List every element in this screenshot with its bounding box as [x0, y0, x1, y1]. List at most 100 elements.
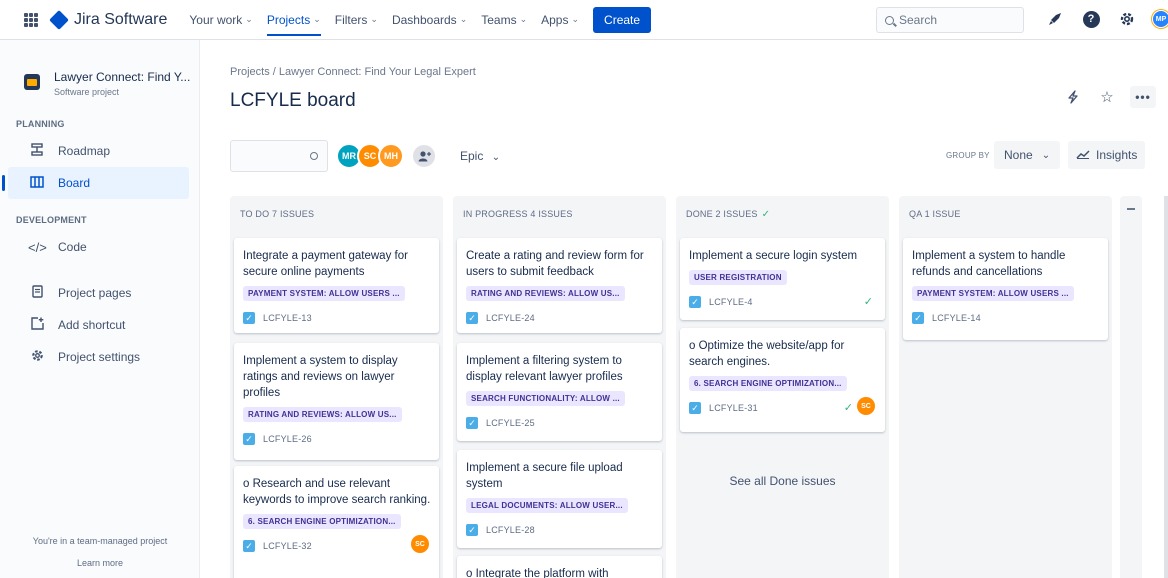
issue-key[interactable]: LCFYLE-4: [709, 297, 753, 307]
epic-filter-dropdown[interactable]: Epic ⌄: [460, 149, 500, 163]
card-title: Integrate a payment gateway for secure o…: [243, 250, 408, 278]
sidebar-item-add-shortcut[interactable]: Add shortcut: [8, 309, 189, 341]
column-header: TO DO 7 ISSUES: [240, 209, 315, 219]
sidebar-item-label: Add shortcut: [58, 318, 126, 332]
card-title: o Integrate the platform with: [466, 568, 609, 578]
help-icon[interactable]: ?: [1080, 8, 1102, 30]
sidebar-item-project-settings[interactable]: Project settings: [8, 341, 189, 373]
task-icon: ✓: [466, 312, 478, 324]
notifications-rocket-icon[interactable]: [1044, 8, 1066, 30]
issue-key[interactable]: LCFYLE-32: [263, 541, 312, 551]
project-type: Software project: [54, 87, 120, 97]
issue-card[interactable]: Implement a filtering system to display …: [457, 343, 662, 441]
issue-card[interactable]: o Research and use relevant keywords to …: [234, 466, 439, 578]
board-icon: [28, 175, 46, 191]
issue-key[interactable]: LCFYLE-25: [486, 418, 535, 428]
issue-card[interactable]: o Optimize the website/app for search en…: [680, 328, 885, 432]
add-shortcut-icon: [28, 317, 46, 333]
issue-card[interactable]: Create a rating and review form for user…: [457, 238, 662, 333]
epic-tag: USER REGISTRATION: [689, 270, 787, 285]
board-header-actions: ☆ •••: [1062, 86, 1156, 108]
search-icon: [885, 15, 894, 25]
app-switcher-icon[interactable]: [24, 12, 38, 27]
task-icon: ✓: [689, 296, 701, 308]
nav-dashboards[interactable]: Dashboards ⌄: [392, 0, 467, 40]
issue-card[interactable]: Implement a secure file upload system LE…: [457, 450, 662, 548]
epic-tag: 6. SEARCH ENGINE OPTIMIZATION...: [243, 514, 401, 529]
epic-tag: 6. SEARCH ENGINE OPTIMIZATION...: [689, 376, 847, 391]
sidebar-item-code[interactable]: </> Code: [8, 231, 189, 263]
code-icon: </>: [28, 239, 47, 255]
sidebar-item-roadmap[interactable]: Roadmap: [8, 135, 189, 167]
issue-key[interactable]: LCFYLE-14: [932, 313, 981, 323]
see-all-done-link[interactable]: See all Done issues: [676, 474, 889, 488]
jira-logo[interactable]: Jira Software: [49, 9, 168, 30]
page-title: LCFYLE board: [230, 90, 356, 111]
issue-key[interactable]: LCFYLE-26: [263, 434, 312, 444]
chevron-down-icon: ⌄: [491, 152, 501, 163]
issue-card[interactable]: Implement a system to display ratings an…: [234, 343, 439, 460]
task-icon: ✓: [243, 433, 255, 445]
chevron-down-icon: ⌄: [571, 14, 580, 24]
assignee-avatar[interactable]: SC: [411, 535, 429, 553]
create-button[interactable]: Create: [593, 6, 652, 33]
issue-key[interactable]: LCFYLE-31: [709, 403, 758, 413]
epic-tag: LEGAL DOCUMENTS: ALLOW USER...: [466, 498, 628, 513]
settings-gear-icon: [28, 349, 46, 365]
card-title: o Optimize the website/app for search en…: [689, 340, 845, 368]
column-done: DONE 2 ISSUES ✓ Implement a secure login …: [676, 196, 889, 578]
issue-card[interactable]: o Integrate the platform with: [457, 556, 662, 578]
sidebar-item-project-pages[interactable]: Project pages: [8, 277, 189, 309]
sidebar-item-label: Code: [58, 240, 87, 254]
roadmap-icon: [28, 143, 46, 159]
page-icon: [28, 285, 46, 301]
product-name: Jira Software: [74, 10, 168, 28]
task-icon: ✓: [243, 312, 255, 324]
nav-projects[interactable]: Projects ⌄: [266, 0, 321, 40]
chevron-down-icon: ⌄: [519, 14, 528, 24]
card-title: Implement a secure login system: [689, 250, 858, 262]
nav-your-work[interactable]: Your work ⌄: [189, 0, 252, 40]
issue-key[interactable]: LCFYLE-24: [486, 313, 535, 323]
nav-apps[interactable]: Apps ⌄: [541, 0, 579, 40]
user-avatar[interactable]: MP: [1152, 10, 1168, 28]
search-icon: [310, 152, 318, 160]
chevron-down-icon: ⌄: [245, 14, 253, 24]
search-input[interactable]: Search: [876, 7, 1024, 33]
assignee-avatar[interactable]: SC: [857, 397, 875, 415]
jira-logo-icon: [49, 9, 69, 30]
settings-gear-icon[interactable]: [1116, 8, 1138, 30]
check-icon: ✓: [761, 209, 771, 220]
issue-key[interactable]: LCFYLE-28: [486, 525, 535, 535]
chevron-down-icon: ⌄: [313, 14, 321, 24]
sidebar-item-board[interactable]: Board: [2, 167, 189, 199]
avatar[interactable]: MH: [378, 143, 404, 169]
primary-menu: Your work ⌄ Projects ⌄ Filters ⌄ Dashboards…: [189, 0, 652, 40]
insights-button[interactable]: Insights: [1068, 141, 1146, 169]
learn-more-link[interactable]: Learn more: [0, 558, 200, 568]
issue-key[interactable]: LCFYLE-13: [263, 313, 312, 323]
issue-card[interactable]: Implement a system to handle refunds and…: [903, 238, 1108, 340]
breadcrumb[interactable]: Projects / Lawyer Connect: Find Your Leg…: [230, 66, 476, 78]
task-icon: ✓: [466, 524, 478, 536]
project-header[interactable]: Lawyer Connect: Find Y... Software proje…: [24, 70, 199, 97]
group-by-dropdown[interactable]: None ⌄: [994, 141, 1061, 169]
star-icon[interactable]: ☆: [1096, 86, 1118, 108]
more-options-icon[interactable]: •••: [1130, 86, 1156, 108]
lightning-icon[interactable]: [1062, 86, 1084, 108]
card-title: Implement a system to display ratings an…: [243, 355, 398, 399]
vertical-scrollbar[interactable]: [1164, 196, 1168, 578]
board-search-input[interactable]: [230, 140, 328, 172]
issue-card[interactable]: Implement a secure login system USER REG…: [680, 238, 885, 320]
add-column-stub[interactable]: [1120, 196, 1142, 578]
nav-teams[interactable]: Teams ⌄: [481, 0, 527, 40]
chevron-down-icon: ⌄: [459, 14, 468, 24]
development-heading: DEVELOPMENT: [16, 215, 87, 225]
issue-card[interactable]: Integrate a payment gateway for secure o…: [234, 238, 439, 333]
team-managed-note: You're in a team-managed project: [32, 536, 168, 546]
nav-filters[interactable]: Filters ⌄: [335, 0, 378, 40]
add-people-icon[interactable]: [411, 143, 437, 169]
epic-tag: RATING AND REVIEWS: ALLOW US...: [466, 286, 625, 301]
chevron-down-icon: ⌄: [370, 14, 378, 24]
column-qa: QA 1 ISSUE Implement a system to handle …: [899, 196, 1112, 578]
